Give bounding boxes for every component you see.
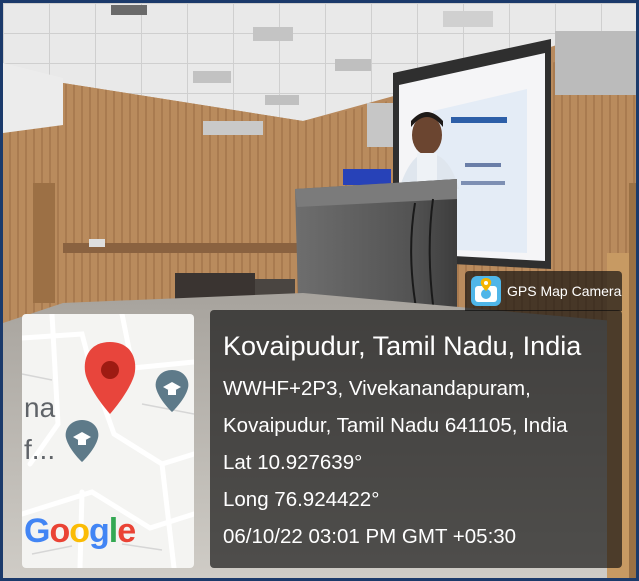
location-info-panel: Kovaipudur, Tamil Nadu, India WWHF+2P3, … xyxy=(210,310,622,568)
timestamp-readout: 06/10/22 03:01 PM GMT +05:30 xyxy=(223,525,517,548)
map-place-label: na xyxy=(24,392,56,423)
address-line-2: Kovaipudur, Tamil Nadu 641105, India xyxy=(223,414,568,437)
map-place-label: f... xyxy=(24,434,56,465)
gps-map-camera-icon xyxy=(471,276,501,306)
latitude-readout: Lat 10.927639° xyxy=(223,451,363,474)
school-marker-icon xyxy=(65,420,99,462)
location-title: Kovaipudur, Tamil Nadu, India xyxy=(223,331,582,361)
map-thumbnail: na f... Google xyxy=(22,314,194,568)
gps-map-camera-badge: GPS Map Camera xyxy=(465,271,622,311)
address-line-1: WWHF+2P3, Vivekanandapuram, xyxy=(223,377,531,400)
school-marker-icon xyxy=(155,370,189,412)
google-logo: Google xyxy=(24,512,136,550)
photo-frame: na f... Google GPS Map Camera Kovaipudur… xyxy=(0,0,639,581)
longitude-readout: Long 76.924422° xyxy=(223,488,380,511)
app-name-label: GPS Map Camera xyxy=(507,283,622,299)
location-pin-icon xyxy=(84,342,136,414)
